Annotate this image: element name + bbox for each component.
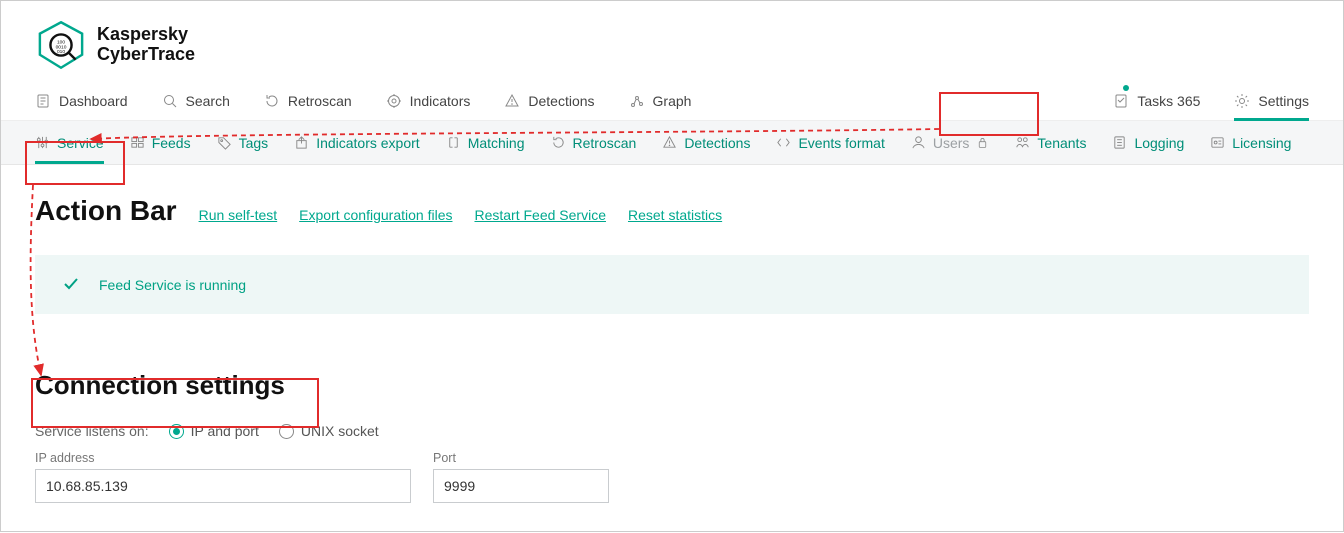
action-restart-feed[interactable]: Restart Feed Service (474, 207, 606, 223)
subnav-events-format-label: Events format (798, 135, 884, 151)
primary-nav: Dashboard Search Retroscan Indicators De… (1, 81, 1343, 121)
ip-label: IP address (35, 451, 411, 465)
feeds-icon (130, 135, 145, 150)
ip-field: IP address (35, 451, 411, 503)
radio-ip-and-port[interactable]: IP and port (169, 423, 259, 439)
tag-icon (217, 135, 232, 150)
nav-graph[interactable]: Graph (629, 81, 692, 120)
radio-unix-socket-label: UNIX socket (301, 423, 379, 439)
graph-icon (629, 93, 645, 109)
subnav-licensing[interactable]: Licensing (1210, 121, 1291, 164)
subnav-logging-label: Logging (1134, 135, 1184, 151)
action-export-config[interactable]: Export configuration files (299, 207, 452, 223)
tenants-icon (1015, 135, 1030, 150)
sliders-icon (35, 135, 50, 150)
subnav-detections-label: Detections (684, 135, 750, 151)
brand-line2: CyberTrace (97, 45, 195, 65)
brand-line1: Kaspersky (97, 25, 195, 45)
subnav-users-label: Users (933, 135, 970, 151)
detections-icon (504, 93, 520, 109)
radio-unselected-icon (279, 424, 294, 439)
search-icon (162, 93, 178, 109)
listen-mode-row: Service listens on: IP and port UNIX soc… (35, 423, 1309, 439)
gear-icon (1234, 93, 1250, 109)
user-icon (911, 135, 926, 150)
content-area: Action Bar Run self-test Export configur… (1, 165, 1343, 503)
radio-selected-icon (169, 424, 184, 439)
nav-dashboard[interactable]: Dashboard (35, 81, 128, 120)
nav-search-label: Search (186, 93, 230, 109)
subnav-tags[interactable]: Tags (217, 121, 269, 164)
subnav-users: Users (911, 121, 990, 164)
subnav-feeds-label: Feeds (152, 135, 191, 151)
sub-nav: Service Feeds Tags Indicators export Mat… (1, 121, 1343, 165)
nav-graph-label: Graph (653, 93, 692, 109)
tasks-icon (1113, 93, 1129, 109)
radio-unix-socket[interactable]: UNIX socket (279, 423, 379, 439)
action-reset-stats[interactable]: Reset statistics (628, 207, 722, 223)
nav-indicators[interactable]: Indicators (386, 81, 471, 120)
subnav-licensing-label: Licensing (1232, 135, 1291, 151)
lock-icon (976, 136, 989, 149)
indicators-icon (386, 93, 402, 109)
subnav-service-label: Service (57, 135, 104, 151)
port-input[interactable] (433, 469, 609, 503)
subnav-events-format[interactable]: Events format (776, 121, 884, 164)
subnav-retroscan[interactable]: Retroscan (551, 121, 637, 164)
subnav-logging[interactable]: Logging (1112, 121, 1184, 164)
port-field: Port (433, 451, 609, 503)
nav-tasks[interactable]: Tasks 365 (1113, 81, 1200, 120)
logging-icon (1112, 135, 1127, 150)
nav-retroscan[interactable]: Retroscan (264, 81, 352, 120)
nav-retroscan-label: Retroscan (288, 93, 352, 109)
tasks-badge-icon (1123, 85, 1129, 91)
subnav-indicators-export-label: Indicators export (316, 135, 420, 151)
radio-ip-and-port-label: IP and port (191, 423, 259, 439)
retroscan-icon (264, 93, 280, 109)
nav-detections-label: Detections (528, 93, 594, 109)
port-label: Port (433, 451, 609, 465)
connection-fields: IP address Port (35, 451, 1309, 503)
nav-settings[interactable]: Settings (1234, 81, 1309, 120)
export-icon (294, 135, 309, 150)
action-bar-title: Action Bar (35, 195, 177, 227)
subnav-tags-label: Tags (239, 135, 269, 151)
status-message: Feed Service is running (99, 277, 246, 293)
nav-search[interactable]: Search (162, 81, 230, 120)
detections-icon (662, 135, 677, 150)
action-bar: Action Bar Run self-test Export configur… (35, 195, 1309, 227)
nav-indicators-label: Indicators (410, 93, 471, 109)
document-icon (35, 93, 51, 109)
nav-tasks-label: Tasks 365 (1137, 93, 1200, 109)
subnav-retroscan-label: Retroscan (573, 135, 637, 151)
listens-on-label: Service listens on: (35, 423, 149, 439)
subnav-tenants[interactable]: Tenants (1015, 121, 1086, 164)
licensing-icon (1210, 135, 1225, 150)
subnav-matching-label: Matching (468, 135, 525, 151)
nav-dashboard-label: Dashboard (59, 93, 128, 109)
action-run-self-test[interactable]: Run self-test (199, 207, 278, 223)
subnav-indicators-export[interactable]: Indicators export (294, 121, 420, 164)
brand-shield-icon: 100 0010 010 (35, 19, 87, 71)
subnav-service[interactable]: Service (35, 121, 104, 164)
status-banner: Feed Service is running (35, 255, 1309, 314)
check-icon (61, 273, 81, 296)
retroscan-icon (551, 135, 566, 150)
subnav-tenants-label: Tenants (1037, 135, 1086, 151)
svg-text:010: 010 (57, 49, 65, 55)
nav-settings-label: Settings (1258, 93, 1309, 109)
subnav-matching[interactable]: Matching (446, 121, 525, 164)
ip-input[interactable] (35, 469, 411, 503)
brand-header: 100 0010 010 Kaspersky CyberTrace (1, 1, 1343, 81)
connection-settings-title: Connection settings (35, 370, 1309, 401)
events-format-icon (776, 135, 791, 150)
subnav-detections[interactable]: Detections (662, 121, 750, 164)
nav-detections[interactable]: Detections (504, 81, 594, 120)
subnav-feeds[interactable]: Feeds (130, 121, 191, 164)
brand-name: Kaspersky CyberTrace (97, 25, 195, 65)
matching-icon (446, 135, 461, 150)
